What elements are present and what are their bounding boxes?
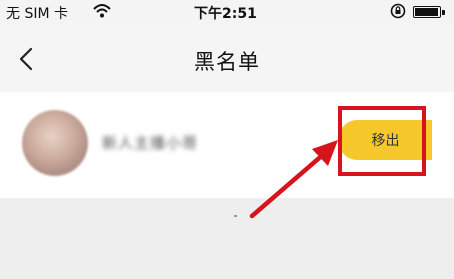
avatar[interactable] [22, 110, 88, 176]
battery-icon [413, 6, 445, 18]
status-time: 下午2:51 [194, 6, 257, 22]
wifi-icon [92, 2, 112, 24]
speck [234, 215, 237, 217]
page-title: 黑名单 [194, 50, 260, 74]
status-bar: 无 SIM 卡 下午2:51 [0, 0, 454, 24]
carrier-label: 无 SIM 卡 [6, 6, 68, 22]
empty-area [0, 198, 454, 279]
username: 新人主播小哥 [102, 134, 199, 152]
nav-bar: 黑名单 [0, 24, 454, 93]
orientation-lock-icon [389, 2, 407, 24]
highlight-box [338, 106, 426, 176]
